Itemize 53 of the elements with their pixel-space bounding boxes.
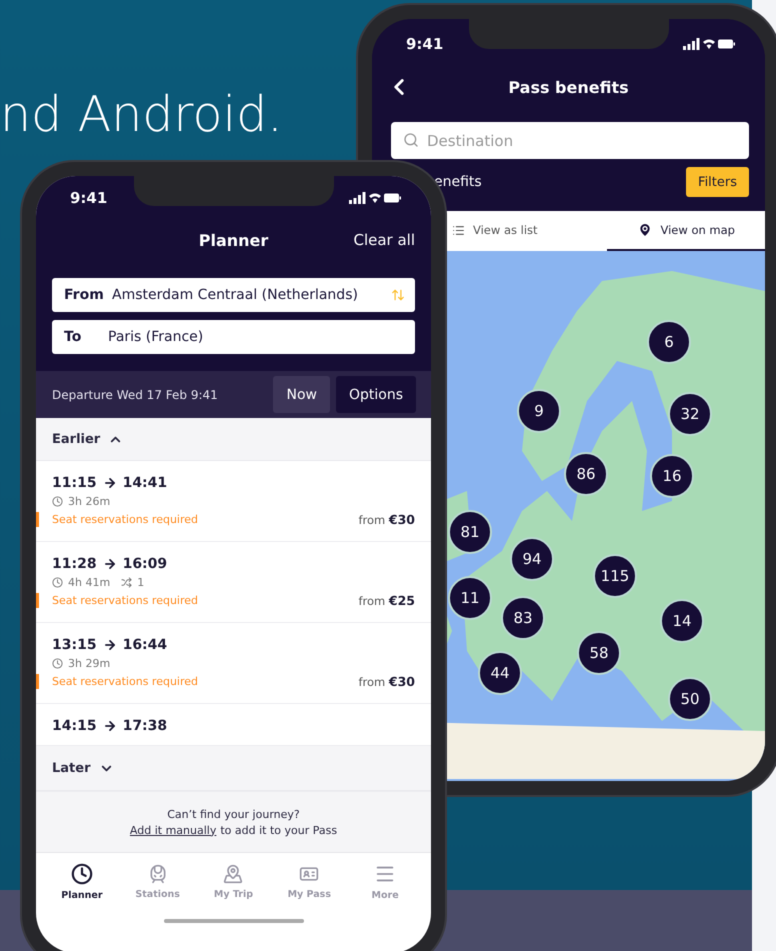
transfer-icon — [121, 577, 132, 588]
clock-icon — [52, 496, 63, 507]
warning-text: Seat reservations required — [52, 594, 198, 607]
clock-icon — [70, 863, 93, 885]
journey-times: 14:15 17:38 — [52, 718, 168, 734]
nav-tab[interactable]: Planner — [44, 853, 120, 911]
clear-all-button[interactable]: Clear all — [353, 231, 415, 249]
screen-title: Planner — [198, 230, 268, 250]
warning-text: Seat reservations required — [52, 513, 198, 526]
clock-icon — [52, 658, 63, 669]
footer-text: to add it to your Pass — [220, 824, 338, 836]
journey-duration: 4h 41m — [68, 576, 110, 589]
departure-time: Departure Wed 17 Feb 9:41 — [52, 388, 219, 402]
map-cluster-marker[interactable]: 81 — [448, 510, 492, 554]
earlier-toggle[interactable]: Earlier — [36, 418, 431, 461]
map-cluster-marker[interactable]: 16 — [650, 454, 694, 498]
journey-price: from €25 — [358, 593, 415, 608]
footer-question: Can’t find your journey? — [167, 808, 300, 820]
clock-icon — [52, 577, 63, 588]
screen-title: Pass benefits — [508, 78, 629, 96]
warning-bar — [36, 674, 39, 689]
warning-bar — [36, 593, 39, 608]
list-icon — [452, 224, 465, 236]
status-icons — [349, 192, 401, 204]
journey-times: 11:15 14:41 — [52, 475, 168, 491]
map-icon — [223, 864, 244, 884]
journey-duration: 3h 29m — [68, 657, 110, 670]
warning-bar — [36, 512, 39, 527]
search-field[interactable]: Destination — [391, 122, 749, 159]
transfer-count: 1 — [137, 576, 144, 589]
from-field[interactable]: From Amsterdam Centraal (Netherlands) — [52, 278, 415, 312]
add-manually-link[interactable]: Add it manually — [130, 824, 216, 836]
train-icon — [148, 864, 168, 884]
journey-times: 13:15 16:44 — [52, 637, 168, 653]
filter-label: enefits — [434, 174, 482, 190]
to-field[interactable]: To Paris (France) — [52, 320, 415, 354]
warning-text: Seat reservations required — [52, 675, 198, 688]
journey-times: 11:28 16:09 — [52, 556, 168, 572]
now-button[interactable]: Now — [273, 376, 330, 413]
view-tab[interactable]: View as list — [448, 211, 606, 251]
status-icons — [683, 38, 735, 50]
later-toggle[interactable]: Later — [36, 746, 431, 791]
journey-duration: 3h 26m — [68, 495, 110, 508]
map-cluster-marker[interactable]: 11 — [448, 576, 492, 620]
headline: nd Android. — [0, 86, 283, 143]
options-button[interactable]: Options — [336, 376, 416, 413]
search-icon — [403, 132, 419, 148]
filters-button[interactable]: Filters — [686, 167, 749, 197]
journey-price: from €30 — [358, 674, 415, 689]
status-time: 9:41 — [406, 35, 444, 53]
map-cluster-marker[interactable]: 44 — [478, 651, 522, 695]
journey-price: from €30 — [358, 512, 415, 527]
status-time: 9:41 — [70, 189, 108, 207]
